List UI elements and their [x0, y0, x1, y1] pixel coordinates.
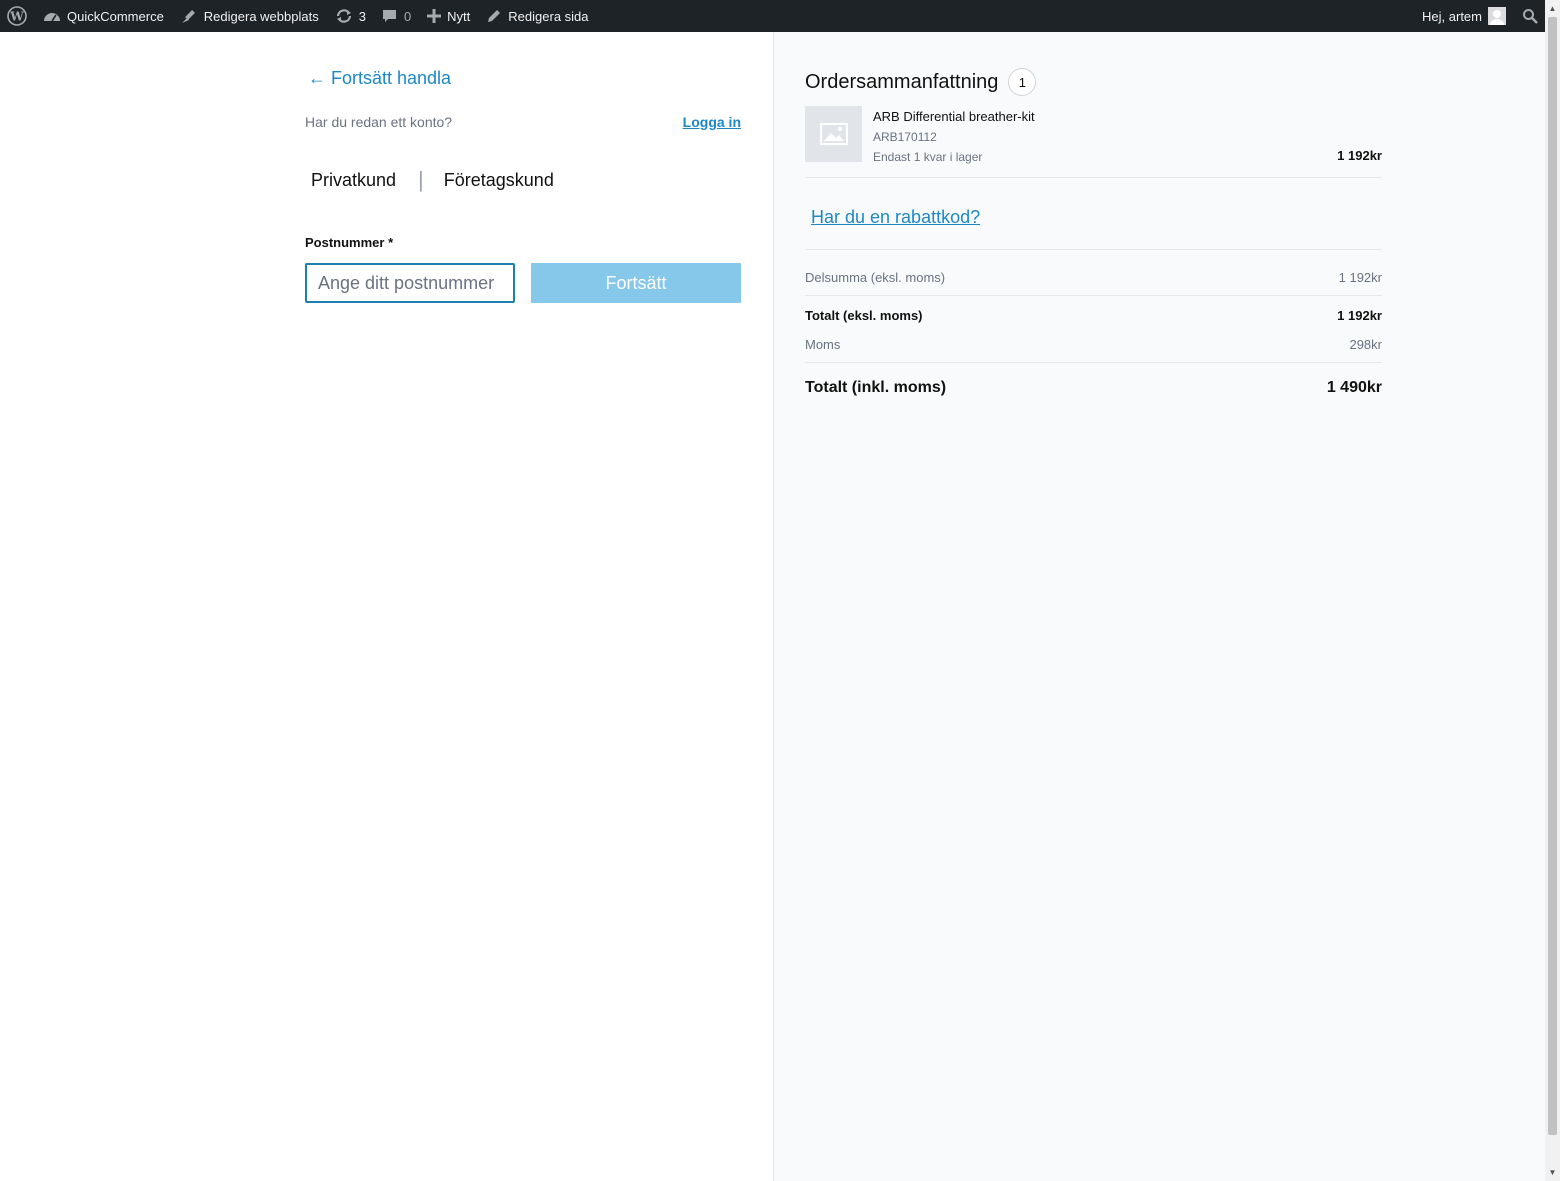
- dashboard-icon: [43, 8, 61, 24]
- vat-value: 298kr: [1349, 337, 1382, 352]
- wordpress-logo-icon: W: [7, 6, 27, 26]
- site-name-link[interactable]: QuickCommerce: [35, 0, 172, 32]
- brush-icon: [180, 7, 198, 25]
- item-price: 1 192kr: [1337, 148, 1382, 163]
- updates-icon: [335, 7, 353, 25]
- updates-link[interactable]: 3: [327, 0, 374, 32]
- account-question: Har du redan ett konto?: [305, 114, 453, 130]
- site-name-label: QuickCommerce: [67, 8, 164, 24]
- edit-site-label: Redigera webbplats: [203, 8, 319, 24]
- summary-title: Ordersammanfattning: [805, 70, 999, 93]
- tab-business-customer[interactable]: Företagskund: [444, 170, 554, 191]
- scroll-up-icon[interactable]: ▲: [1545, 0, 1560, 17]
- cart-item: ARB Differential breather-kit ARB170112 …: [805, 106, 1382, 178]
- new-content-link[interactable]: Nytt: [419, 0, 478, 32]
- new-content-label: Nytt: [447, 8, 471, 24]
- scroll-down-icon[interactable]: ▼: [1545, 1164, 1560, 1181]
- tab-private-customer[interactable]: Privatkund: [311, 170, 396, 191]
- avatar: [1488, 7, 1506, 25]
- tab-separator: |: [418, 167, 424, 192]
- admin-bar: W QuickCommerce Redigera webbplats 3 0 N…: [0, 0, 1545, 32]
- divider: [805, 249, 1382, 250]
- customer-type-tabs: Privatkund | Företagskund: [311, 169, 554, 191]
- admin-search-button[interactable]: [1514, 0, 1545, 32]
- vat-row: Moms 298kr: [805, 337, 1382, 352]
- pencil-icon: [486, 8, 502, 24]
- edit-site-link[interactable]: Redigera webbplats: [172, 0, 327, 32]
- total-ex-vat-row: Totalt (eksl. moms) 1 192kr: [805, 308, 1382, 323]
- order-summary-panel: [773, 32, 1545, 1181]
- plus-icon: [427, 9, 442, 23]
- comments-link[interactable]: 0: [374, 0, 419, 32]
- comment-icon: [382, 8, 398, 24]
- wordpress-logo-button[interactable]: W: [0, 0, 35, 32]
- updates-count: 3: [358, 8, 366, 24]
- summary-title-row: Ordersammanfattning 1: [805, 68, 1037, 96]
- image-placeholder-icon: [819, 123, 848, 145]
- product-image-placeholder: [805, 106, 862, 162]
- total-ex-vat-value: 1 192kr: [1337, 308, 1382, 323]
- item-stock: Endast 1 kvar i lager: [873, 150, 983, 164]
- grand-total-row: Totalt (inkl. moms) 1 490kr: [805, 379, 1382, 397]
- login-link[interactable]: Logga in: [683, 114, 741, 130]
- total-ex-vat-label: Totalt (eksl. moms): [805, 308, 923, 323]
- zip-input[interactable]: [305, 263, 515, 303]
- page-scrollbar[interactable]: ▲ ▼: [1545, 0, 1560, 1181]
- item-sku: ARB170112: [873, 130, 937, 144]
- grand-total-label: Totalt (inkl. moms): [805, 379, 947, 396]
- subtotal-row: Delsumma (eksl. moms) 1 192kr: [805, 270, 1382, 285]
- subtotal-label: Delsumma (eksl. moms): [805, 270, 946, 285]
- greeting-label: Hej, artem: [1422, 8, 1482, 24]
- divider: [805, 295, 1382, 296]
- edit-page-link[interactable]: Redigera sida: [478, 0, 596, 32]
- scroll-thumb[interactable]: [1548, 17, 1557, 1135]
- edit-page-label: Redigera sida: [508, 8, 589, 24]
- comments-count: 0: [403, 8, 412, 24]
- zip-label: Postnummer *: [305, 235, 394, 250]
- coupon-link[interactable]: Har du en rabattkod?: [811, 207, 980, 228]
- subtotal-value: 1 192kr: [1338, 270, 1382, 285]
- divider: [805, 362, 1382, 363]
- item-count-badge: 1: [1008, 68, 1037, 96]
- vat-label: Moms: [805, 337, 841, 352]
- account-row: Har du redan ett konto? Logga in: [305, 114, 741, 130]
- my-account-menu[interactable]: Hej, artem: [1414, 0, 1514, 32]
- continue-button[interactable]: Fortsätt: [531, 263, 741, 303]
- svg-text:W: W: [9, 10, 24, 24]
- grand-total-value: 1 490kr: [1326, 379, 1382, 396]
- continue-shopping-link[interactable]: ← Fortsätt handla: [308, 68, 451, 89]
- search-icon: [1522, 8, 1538, 24]
- item-name: ARB Differential breather-kit: [873, 109, 1035, 124]
